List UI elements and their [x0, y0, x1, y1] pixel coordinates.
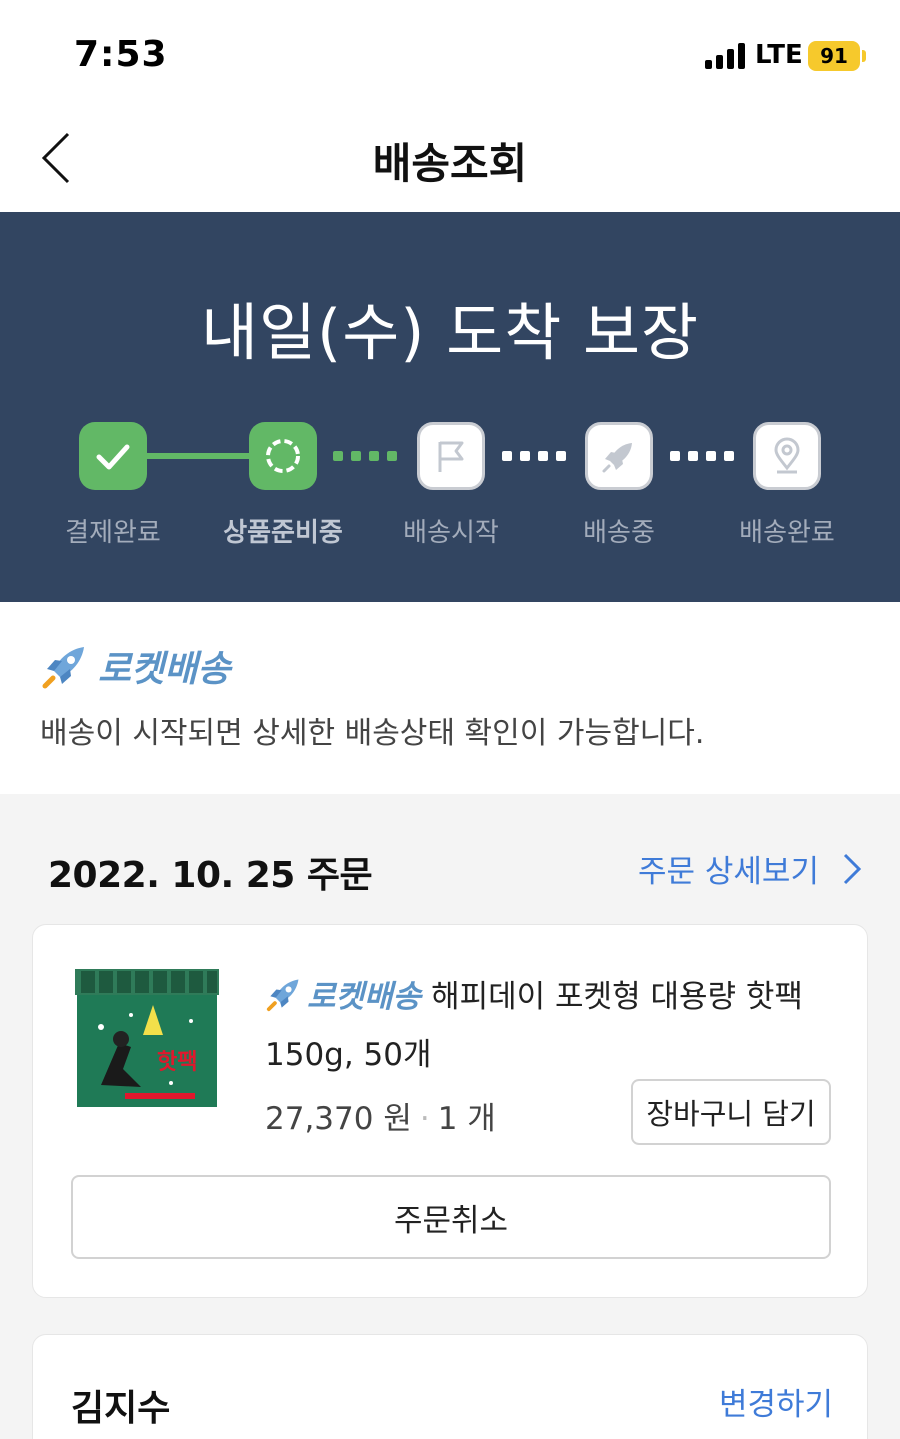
page-title: 배송조회 [372, 139, 528, 188]
rocket-delivery-badge: 로켓배송 [307, 979, 422, 1015]
order-item-card: 핫팩 로켓배송 해피데이 포켓형 대용량 핫팩 150g, 50개 27,370… [32, 924, 868, 1298]
recipient-name: 김지수 [71, 1388, 171, 1429]
rocket-icon [266, 979, 299, 1011]
order-date: 2022. 10. 25 주문 [48, 855, 373, 896]
location-pin-icon [774, 437, 800, 474]
rocket-delivery-description: 배송이 시작되면 상세한 배송상태 확인이 가능합니다. [40, 716, 705, 751]
progress-dots-pending [502, 451, 566, 461]
step-label-shipping-started: 배송시작 [403, 518, 499, 548]
progress-dots-done [333, 451, 397, 461]
product-price-line: 27,370 원 · 1 개 [265, 1093, 496, 1138]
product-image-text: 핫팩 [157, 1050, 197, 1075]
rocket-icon [602, 443, 632, 473]
rocket-delivery-logo: 로켓배송 [40, 640, 230, 692]
status-bar: 7:53 LTE 91 [0, 0, 900, 100]
arrival-guarantee-title: 내일(수) 도착 보장 [200, 296, 700, 369]
step-delivered [753, 422, 821, 490]
order-detail-link[interactable]: 주문 상세보기 [638, 846, 869, 891]
check-icon [96, 444, 130, 470]
rocket-icon [42, 647, 84, 689]
product-price: 27,370 원 [265, 1101, 412, 1137]
flag-icon [438, 441, 464, 472]
step-preparing [249, 422, 317, 490]
delivery-status-panel: 내일(수) 도착 보장 결제완료 상품준비중 배송시작 배송중 배송완료 [0, 212, 900, 602]
battery-icon: 91 [808, 41, 860, 71]
cancel-order-button[interactable]: 주문취소 [71, 1175, 831, 1259]
add-to-cart-button[interactable]: 장바구니 담기 [631, 1079, 831, 1145]
progress-line [140, 453, 260, 459]
rocket-delivery-info: 로켓배송 배송이 시작되면 상세한 배송상태 확인이 가능합니다. [0, 602, 900, 794]
progress-dots-pending [670, 451, 734, 461]
recipient-card: 김지수 변경하기 [32, 1334, 868, 1439]
change-recipient-link[interactable]: 변경하기 [719, 1379, 833, 1424]
product-quantity: 1 개 [437, 1101, 496, 1137]
step-label-in-transit: 배송중 [583, 518, 655, 548]
step-label-preparing: 상품준비중 [223, 518, 343, 548]
rocket-delivery-name: 로켓배송 [98, 649, 231, 690]
step-in-transit [585, 422, 653, 490]
product-title-line[interactable]: 로켓배송 해피데이 포켓형 대용량 핫팩 [265, 971, 803, 1016]
product-image[interactable]: 핫팩 [71, 965, 223, 1115]
step-paid [79, 422, 147, 490]
order-detail-label: 주문 상세보기 [638, 854, 819, 890]
step-label-delivered: 배송완료 [739, 518, 835, 548]
signal-icon [705, 43, 747, 69]
status-time: 7:53 [74, 34, 168, 75]
loading-ring-icon [266, 439, 300, 473]
step-label-paid: 결제완료 [65, 518, 161, 548]
separator-dot: · [419, 1101, 430, 1137]
chevron-right-icon [843, 853, 862, 884]
product-option: 150g, 50개 [265, 1037, 432, 1073]
battery-nub [862, 50, 866, 62]
step-shipping-started [417, 422, 485, 490]
nav-bar: 배송조회 [0, 100, 900, 212]
product-name: 해피데이 포켓형 대용량 핫팩 [431, 979, 803, 1015]
network-type: LTE [755, 40, 803, 70]
